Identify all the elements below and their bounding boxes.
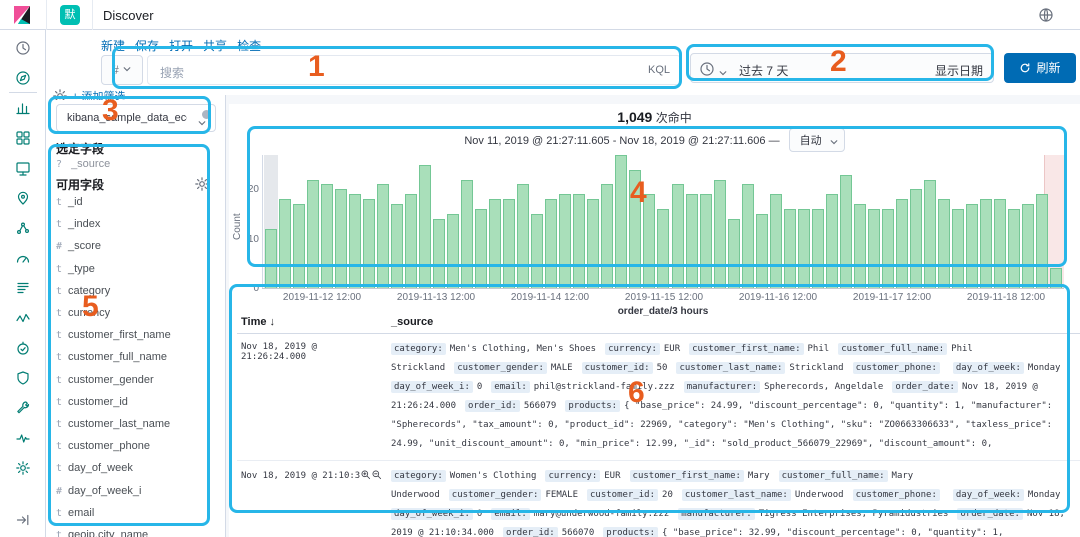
space-avatar[interactable]: 默 xyxy=(60,5,80,25)
header-separator xyxy=(46,0,47,30)
annotation-number-6: 6 xyxy=(628,376,645,410)
header-separator xyxy=(92,0,93,30)
hits-label: 次命中 xyxy=(656,111,692,125)
annotation-box-3 xyxy=(48,96,211,134)
siem-icon[interactable] xyxy=(15,370,31,386)
field-item-geoip.city_name[interactable]: tgeoip.city_name xyxy=(56,529,148,537)
stack-monitoring-icon[interactable] xyxy=(15,430,31,446)
y-axis-title: Count xyxy=(232,213,243,240)
canvas-icon[interactable] xyxy=(15,160,31,176)
field-key-chip: products: xyxy=(603,527,658,537)
visualize-icon[interactable] xyxy=(15,100,31,116)
dev-tools-icon[interactable] xyxy=(15,400,31,416)
top-chrome-bar: 默 Discover xyxy=(0,0,1080,30)
annotation-number-5: 5 xyxy=(82,290,99,324)
rail-separator xyxy=(9,92,37,93)
annotation-box-6 xyxy=(229,284,1070,513)
annotation-number-2: 2 xyxy=(830,45,847,79)
metrics-icon[interactable] xyxy=(15,250,31,266)
logs-icon[interactable] xyxy=(15,280,31,296)
annotation-number-4: 4 xyxy=(630,176,647,210)
nav-rail xyxy=(0,30,46,537)
panel-gap xyxy=(226,95,1080,104)
collapse-nav-icon[interactable] xyxy=(15,512,31,528)
globe-icon[interactable] xyxy=(1038,7,1054,23)
field-type-badge: t xyxy=(56,530,68,537)
machine-learning-icon[interactable] xyxy=(15,220,31,236)
uptime-icon[interactable] xyxy=(15,340,31,356)
maps-icon[interactable] xyxy=(15,190,31,206)
annotation-box-4 xyxy=(247,126,1067,267)
annotation-box-5 xyxy=(48,144,210,526)
annotation-number-1: 1 xyxy=(308,50,325,84)
hits-number: 1,049 xyxy=(617,109,652,125)
refresh-icon xyxy=(1019,62,1031,74)
annotation-number-3: 3 xyxy=(102,94,119,128)
field-value: 566070 xyxy=(562,528,595,537)
refresh-button[interactable]: 刷新 xyxy=(1004,53,1076,83)
recently-viewed-icon[interactable] xyxy=(15,40,31,56)
apm-icon[interactable] xyxy=(15,310,31,326)
discover-icon[interactable] xyxy=(15,70,31,86)
field-name: geoip.city_name xyxy=(68,529,148,537)
dashboard-icon[interactable] xyxy=(15,130,31,146)
field-key-chip: order_id: xyxy=(503,527,558,537)
sidebar-main-divider xyxy=(225,95,226,537)
annotation-box-1 xyxy=(112,46,682,89)
breadcrumb-app-title[interactable]: Discover xyxy=(103,8,154,23)
hits-count: 1,049 次命中 xyxy=(229,109,1080,126)
kibana-logo-icon[interactable] xyxy=(12,5,32,25)
management-icon[interactable] xyxy=(15,460,31,476)
kibana-discover-screen: 默 Discover 新建保存打开共享检查 # 搜索 KQL 过去 7 天 显示… xyxy=(0,0,1080,537)
